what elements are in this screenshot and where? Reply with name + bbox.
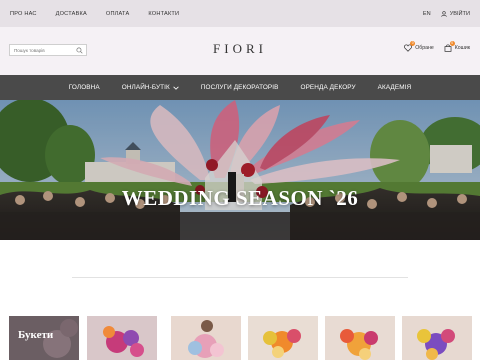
category-image [171,316,241,360]
top-link-delivery[interactable]: ДОСТАВКА [56,11,87,17]
category-image [87,316,157,360]
category-tile[interactable] [87,316,157,360]
top-link-payment[interactable]: ОПЛАТА [106,11,130,17]
hero-banner[interactable]: WEDDING SEASON `26 [0,100,480,240]
category-tile-bouquets[interactable]: Букети [9,316,79,360]
nav-item-decor-rental[interactable]: Оренда декору [301,84,356,91]
cart-count-badge: 0 [449,41,455,46]
nav-item-home[interactable]: Головна [69,84,100,91]
nav-item-label: Послуги декораторів [200,84,279,91]
category-tile[interactable] [402,316,472,360]
category-tile[interactable] [248,316,318,360]
category-tiles: Букети [9,316,472,360]
nav-item-academy[interactable]: Академія [378,84,412,91]
favorites-button[interactable]: 0 Обране [404,41,434,52]
header: FIORI 0 Обране 0 Кошик [0,27,480,75]
nav-item-decorator-services[interactable]: Послуги декораторів [201,84,279,91]
category-tile[interactable] [171,316,241,360]
nav-item-label: Головна [68,84,100,91]
category-image [248,316,318,360]
cart-label: Кошик [454,45,470,51]
category-image [402,316,472,360]
top-links: ПРО НАС ДОСТАВКА ОПЛАТА КОНТАКТИ [10,0,198,27]
login-link[interactable]: УВІЙТИ [441,11,470,17]
hero-image [0,100,480,240]
top-right: EN УВІЙТИ [423,0,470,27]
nav-item-label: Оренда декору [300,84,356,91]
nav-item-online-boutique[interactable]: Онлайн-бутік [122,84,179,91]
category-tile[interactable] [325,316,395,360]
category-image [325,316,395,360]
top-link-contacts[interactable]: КОНТАКТИ [148,11,179,17]
top-link-about[interactable]: ПРО НАС [10,11,37,17]
nav-item-label: Академія [377,84,412,91]
language-switch[interactable]: EN [423,11,431,17]
chevron-down-icon [173,86,179,90]
hero-title: WEDDING SEASON `26 [121,186,359,210]
main-nav: Головна Онлайн-бутік Послуги декораторів… [0,75,480,100]
section-divider [72,277,408,278]
login-label: УВІЙТИ [449,10,470,17]
favorites-label: Обране [415,45,434,51]
top-bar: ПРО НАС ДОСТАВКА ОПЛАТА КОНТАКТИ EN УВІЙ… [0,0,480,27]
category-label: Букети [18,329,54,341]
user-icon [441,10,447,17]
header-actions: 0 Обране 0 Кошик [404,41,470,52]
cart-button[interactable]: 0 Кошик [444,41,470,52]
nav-item-label: Онлайн-бутік [121,84,170,91]
